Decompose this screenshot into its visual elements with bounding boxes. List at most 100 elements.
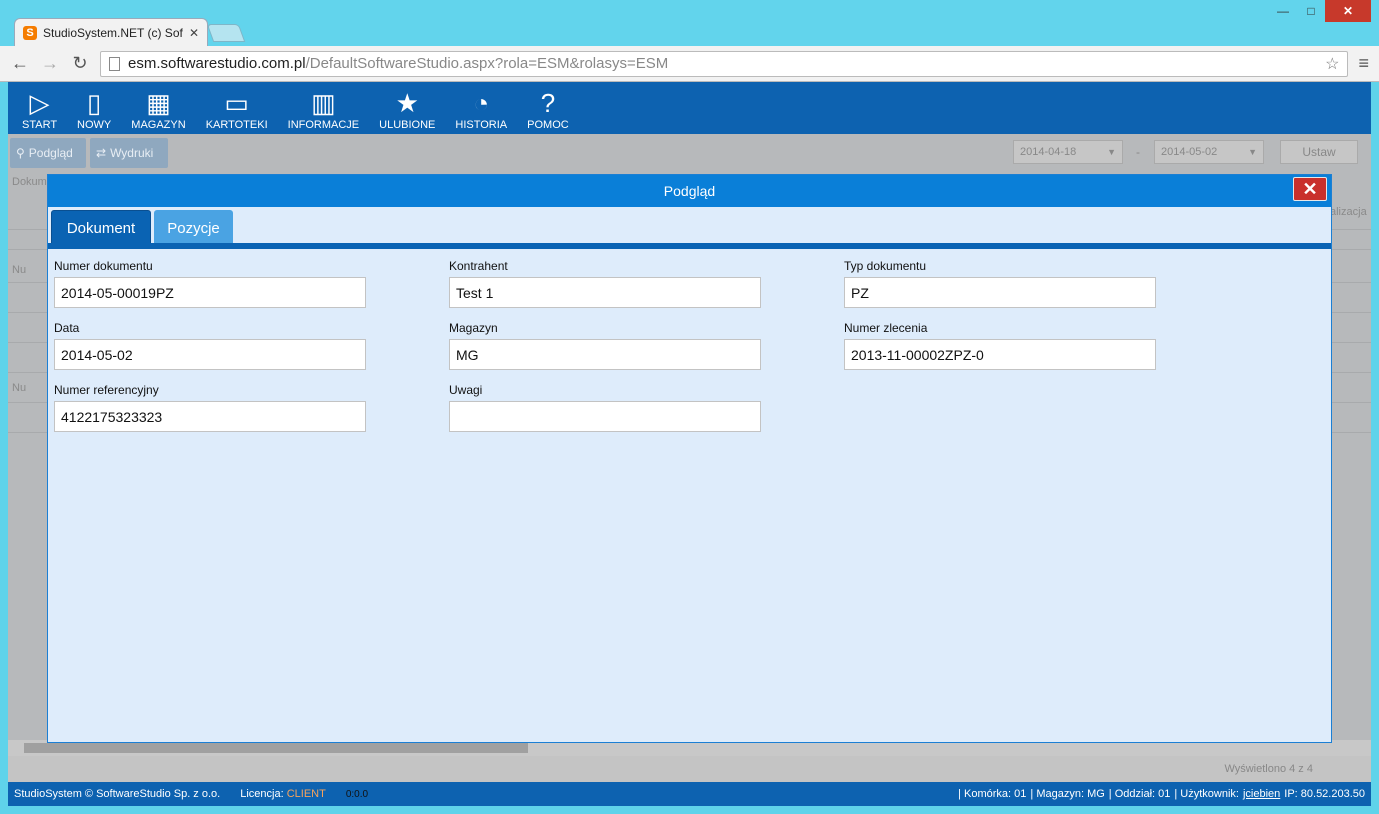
date-separator: - (1136, 145, 1140, 159)
date-to-value: 2014-05-02 (1161, 146, 1218, 158)
ip-info: IP: 80.52.203.50 (1284, 788, 1365, 800)
numer-referencyjny-input[interactable]: 4122175323323 (54, 401, 366, 432)
chevron-down-icon: ▼ (1248, 147, 1257, 157)
magazyn-input[interactable]: MG (449, 339, 761, 370)
magnifier-icon: ⚲ (16, 146, 25, 160)
browser-tab[interactable]: S StudioSystem.NET (c) Soft ✕ (14, 18, 208, 46)
help-icon: ? (540, 87, 556, 118)
preview-button[interactable]: ⚲ Podgląd (10, 138, 86, 168)
toolbar-start-label: START (22, 119, 58, 131)
records-count: Wyświetlono 4 z 4 (1224, 763, 1313, 775)
forward-arrow-icon[interactable]: → (40, 53, 60, 74)
toolbar-kartoteki-button[interactable]: ▭ KARTOTEKI (196, 87, 278, 134)
uwagi-input[interactable] (449, 401, 761, 432)
toolbar-nowy-button[interactable]: ▯ NOWY (67, 87, 121, 134)
numer-referencyjny-field: Numer referencyjny 4122175323323 (54, 383, 366, 432)
toolbar-pomoc-label: POMOC (527, 119, 569, 131)
toolbar-pomoc-button[interactable]: ? POMOC (517, 87, 579, 134)
typ-dokumentu-input[interactable]: PZ (844, 277, 1156, 308)
window-controls: — □ ✕ (1269, 0, 1371, 22)
preview-button-label: Podgląd (28, 146, 73, 160)
prints-button[interactable]: ⇄ Wydruki (90, 138, 168, 168)
user-label: | Użytkownik: (1174, 788, 1239, 800)
new-tab-button[interactable] (206, 24, 246, 42)
prints-icon: ⇄ (96, 146, 107, 160)
bookmark-star-icon[interactable]: ☆ (1325, 54, 1339, 74)
browser-tab-title: StudioSystem.NET (c) Soft (43, 25, 183, 40)
tab-dokument[interactable]: Dokument (51, 210, 151, 246)
reload-icon[interactable]: ↻ (70, 53, 90, 74)
grid-header-right: alizacja (1330, 206, 1367, 218)
kontrahent-input[interactable]: Test 1 (449, 277, 761, 308)
data-field: Data 2014-05-02 (54, 321, 366, 370)
date-from-select[interactable]: 2014-04-18 ▼ (1013, 140, 1123, 164)
toolbar-magazyn-button[interactable]: ▦ MAGAZYN (121, 87, 195, 134)
copyright-text: StudioSystem © SoftwareStudio Sp. z o.o. (14, 788, 221, 800)
toolbar-historia-button[interactable]: ◔ HISTORIA (445, 87, 517, 134)
preview-dialog: Podgląd ✕ Dokument Pozycje Numer dokumen… (47, 174, 1332, 743)
url-host: esm.softwarestudio.com.pl (128, 55, 306, 72)
window-close-icon[interactable]: ✕ (1325, 0, 1371, 22)
bar-chart-icon: ▥ (311, 87, 336, 118)
tab-close-icon[interactable]: ✕ (189, 26, 199, 40)
close-icon: ✕ (1302, 178, 1318, 199)
user-link[interactable]: jciebien (1243, 788, 1280, 800)
numer-referencyjny-label: Numer referencyjny (54, 383, 159, 397)
date-from-value: 2014-04-18 (1020, 146, 1077, 158)
browser-titlebar: S StudioSystem.NET (c) Soft ✕ — □ ✕ (0, 0, 1379, 46)
grid-group-1: Nu (12, 264, 27, 276)
prints-button-label: Wydruki (110, 146, 154, 160)
time-counter: 0:0.0 (345, 788, 369, 800)
new-document-icon: ▯ (87, 87, 102, 118)
dialog-title: Podgląd (663, 183, 716, 199)
toolbar-magazyn-label: MAGAZYN (131, 119, 186, 131)
date-to-select[interactable]: 2014-05-02 ▼ (1154, 140, 1264, 164)
magazyn-field: Magazyn MG (449, 321, 761, 370)
numer-dokumentu-field: Numer dokumentu 2014-05-00019PZ (54, 259, 366, 308)
toolbar-kartoteki-label: KARTOTEKI (205, 119, 268, 131)
uwagi-label: Uwagi (449, 383, 483, 397)
play-icon: ▷ (29, 87, 50, 118)
back-arrow-icon[interactable]: ← (10, 53, 30, 74)
grid-footer: Wyświetlono 4 z 4 (8, 756, 1371, 782)
url-input[interactable]: esm.softwarestudio.com.pl/DefaultSoftwar… (100, 50, 1349, 77)
toolbar-informacje-button[interactable]: ▥ INFORMACJE (278, 87, 370, 134)
studiosystem-favicon-icon: S (23, 25, 37, 40)
warehouse-grid-icon: ▦ (146, 87, 171, 118)
magazyn-info: | Magazyn: MG (1030, 788, 1105, 800)
numer-zlecenia-field: Numer zlecenia 2013-11-00002ZPZ-0 (844, 321, 1156, 370)
magazyn-label: Magazyn (449, 321, 498, 335)
dialog-close-button[interactable]: ✕ (1293, 177, 1327, 201)
tab-pozycje[interactable]: Pozycje (154, 210, 233, 246)
numer-zlecenia-input[interactable]: 2013-11-00002ZPZ-0 (844, 339, 1156, 370)
typ-dokumentu-label: Typ dokumentu (844, 259, 927, 273)
toolbar-nowy-label: NOWY (77, 119, 112, 131)
star-icon: ★ (395, 87, 419, 118)
typ-dokumentu-field: Typ dokumentu PZ (844, 259, 1156, 308)
minimize-icon[interactable]: — (1269, 0, 1297, 22)
uwagi-field: Uwagi (449, 383, 761, 432)
kontrahent-label: Kontrahent (449, 259, 508, 273)
grid-group-2: Nu (12, 382, 27, 394)
toolbar-historia-label: HISTORIA (455, 119, 508, 131)
browser-menu-icon[interactable]: ≡ (1358, 53, 1369, 74)
oddzial-info: | Oddział: 01 (1108, 788, 1171, 800)
data-label: Data (54, 321, 80, 335)
status-bar: StudioSystem © SoftwareStudio Sp. z o.o.… (8, 782, 1371, 806)
data-input[interactable]: 2014-05-02 (54, 339, 366, 370)
tab-underline (48, 243, 1331, 249)
toolbar-ulubione-button[interactable]: ★ ULUBIONE (369, 87, 445, 134)
scrollbar-thumb[interactable] (24, 743, 528, 753)
window-icon: ▭ (224, 87, 249, 118)
set-dates-button[interactable]: Ustaw (1280, 140, 1358, 164)
komorka-info: | Komórka: 01 (958, 788, 1027, 800)
license-value: CLIENT (286, 788, 326, 800)
maximize-icon[interactable]: □ (1297, 0, 1325, 22)
numer-zlecenia-label: Numer zlecenia (844, 321, 928, 335)
numer-dokumentu-input[interactable]: 2014-05-00019PZ (54, 277, 366, 308)
history-icon: ◔ (473, 87, 490, 118)
toolbar-ulubione-label: ULUBIONE (379, 119, 436, 131)
browser-address-bar: ← → ↻ esm.softwarestudio.com.pl/DefaultS… (0, 46, 1379, 82)
toolbar-start-button[interactable]: ▷ START (12, 87, 67, 134)
dialog-header: Podgląd ✕ (48, 175, 1331, 207)
